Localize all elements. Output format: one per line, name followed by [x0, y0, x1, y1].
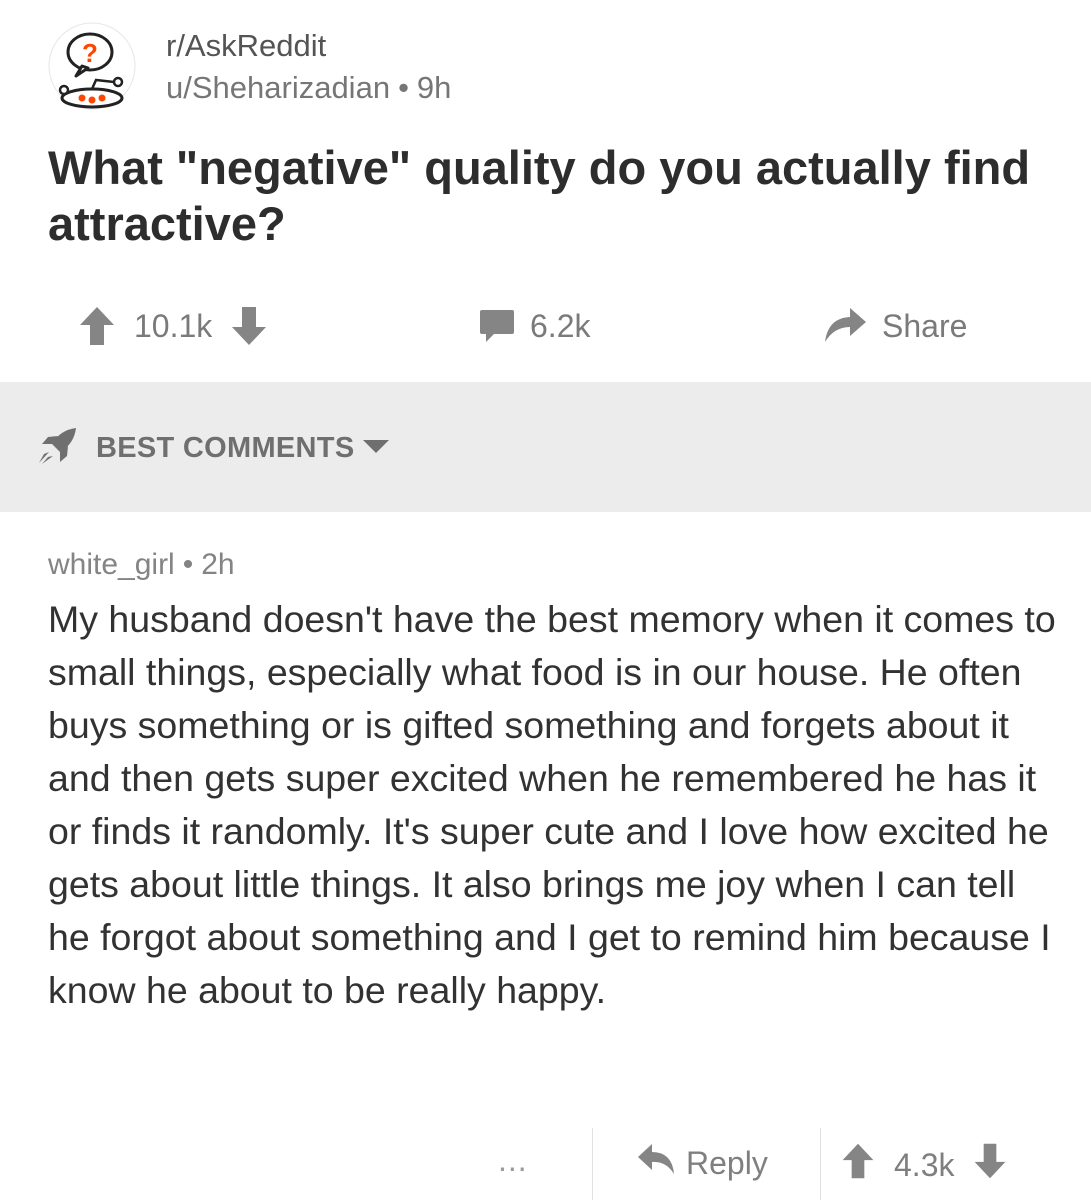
downvote-icon[interactable] — [230, 305, 268, 347]
post-author[interactable]: u/Sheharizadian — [166, 70, 390, 105]
comment-meta-separator: • — [182, 548, 194, 581]
share-arrow-icon — [822, 306, 868, 346]
sort-label: BEST COMMENTS — [96, 432, 355, 464]
post-vote-controls: 10.1k — [78, 300, 268, 352]
subreddit-name[interactable]: r/AskReddit — [166, 26, 451, 66]
post-byline: u/Sheharizadian • 9h — [166, 66, 451, 110]
comment-actions: ... Reply 4.3k — [0, 1128, 1091, 1200]
rocket-icon — [36, 426, 82, 471]
askreddit-snoo-icon: ? — [48, 22, 136, 110]
share-button[interactable]: Share — [822, 300, 967, 352]
post-age: 9h — [416, 70, 452, 105]
post-title[interactable]: What "negative" quality do you actually … — [48, 140, 1048, 252]
comment-body: My husband doesn't have the best memory … — [48, 598, 1056, 1011]
comment-age: 2h — [201, 548, 235, 581]
byline-separator: • — [398, 70, 409, 105]
subreddit-avatar[interactable]: ? — [48, 22, 136, 110]
comment-meta: white_girl • 2h — [48, 543, 1058, 587]
comment-count: 6.2k — [530, 307, 591, 344]
caret-down-icon — [362, 438, 390, 459]
sort-dropdown[interactable]: BEST COMMENTS — [36, 426, 390, 471]
reply-button[interactable]: Reply — [636, 1142, 768, 1184]
comment-author[interactable]: white_girl — [48, 548, 175, 581]
comment-downvote-icon[interactable] — [972, 1142, 1008, 1188]
comment-sort-bar: BEST COMMENTS — [0, 382, 1091, 512]
comment-vote-controls: 4.3k — [840, 1142, 1008, 1188]
comment-upvote-icon[interactable] — [840, 1142, 876, 1188]
action-divider — [820, 1128, 821, 1200]
post-score: 10.1k — [134, 307, 213, 344]
post-header: ? r/AskReddit u/Sheharizadian • 9h — [48, 22, 1048, 112]
comment-score: 4.3k — [894, 1146, 955, 1183]
more-options-button[interactable]: ... — [498, 1142, 528, 1179]
action-divider — [592, 1128, 593, 1200]
comments-button[interactable]: 6.2k — [478, 300, 590, 352]
reply-arrow-icon — [636, 1142, 676, 1184]
upvote-icon[interactable] — [78, 305, 116, 347]
comment-bubble-icon — [478, 307, 516, 345]
share-label: Share — [882, 307, 968, 344]
post-actions: 10.1k 6.2k Share — [0, 300, 1091, 352]
comment: white_girl • 2h My husband doesn't have th… — [48, 543, 1058, 1017]
svg-text:?: ? — [82, 38, 98, 68]
post-meta: r/AskReddit u/Sheharizadian • 9h — [166, 26, 451, 110]
reply-label: Reply — [686, 1144, 768, 1181]
